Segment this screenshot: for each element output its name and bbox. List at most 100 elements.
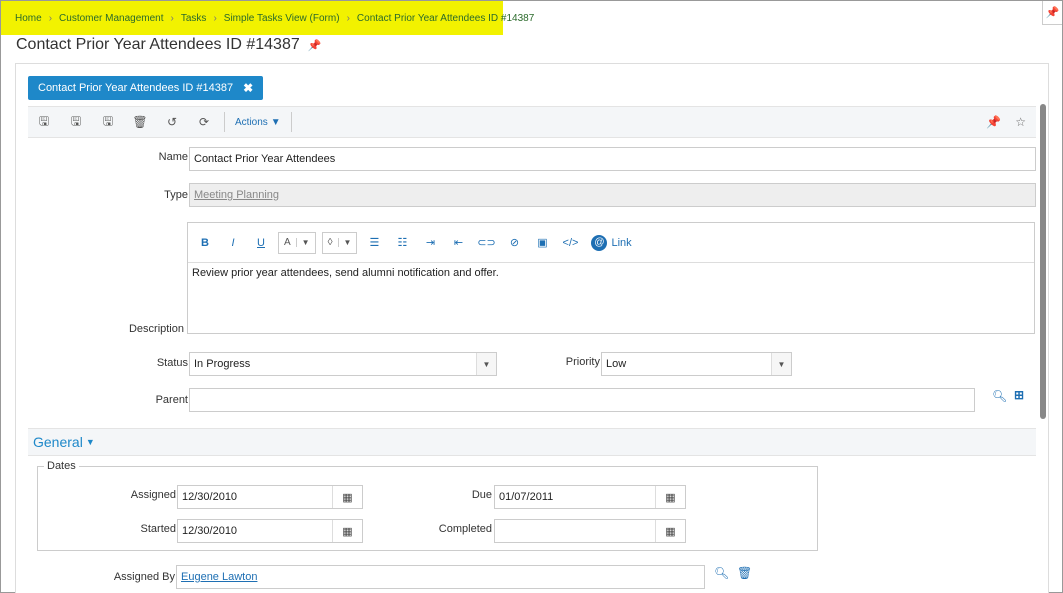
toolbar: 🖫 🖫 🖫 🗑 ↺ ⟳ Actions ▼ 📌 ☆ (28, 106, 1036, 138)
parent-input[interactable] (189, 388, 975, 412)
assigned-value: 12/30/2010 (182, 491, 238, 503)
assigned-by-value[interactable]: Eugene Lawton (181, 571, 257, 583)
caret-down-icon: ▼ (337, 238, 357, 247)
editor-toolbar: B I U A ▼ ◊ ▼ ☰ ☷ ⇥ ⇤ ⊂⊃ ⊘ ▣ </> @ Link (188, 223, 1034, 263)
due-value: 01/07/2011 (499, 491, 554, 503)
chevron-right-icon: › (346, 12, 350, 24)
started-value: 12/30/2010 (182, 525, 238, 537)
caret-down-icon: ▼ (476, 353, 496, 375)
background-color-dropdown[interactable]: ◊ ▼ (321, 231, 358, 254)
started-date-input[interactable]: 12/30/2010 ▦ (177, 519, 363, 543)
calendar-icon[interactable]: ▦ (332, 520, 362, 542)
completed-date-input[interactable]: ▦ (494, 519, 686, 543)
save-and-new-icon[interactable]: 🖫 (60, 107, 92, 137)
pin-panel-icon[interactable]: 📌 (1042, 1, 1062, 25)
pin-icon[interactable]: 📌 (308, 39, 322, 52)
description-label: Description (128, 323, 184, 335)
search-icon[interactable]: 🔍︎ (714, 566, 729, 580)
status-value: In Progress (194, 358, 251, 370)
dates-legend: Dates (44, 460, 79, 472)
unlink-icon[interactable]: ⊘ (501, 232, 527, 254)
type-label: Type (164, 189, 188, 201)
assigned-label: Assigned (130, 489, 176, 501)
search-icon[interactable]: 🔍︎ (992, 389, 1007, 403)
close-icon[interactable]: ✖ (243, 81, 253, 95)
page-title: Contact Prior Year Attendees ID #14387 📌 (16, 36, 321, 54)
started-label: Started (140, 523, 176, 535)
assigned-date-input[interactable]: 12/30/2010 ▦ (177, 485, 363, 509)
chevron-right-icon: › (48, 12, 53, 24)
bullet-list-icon[interactable]: ☰ (361, 232, 387, 254)
calendar-icon[interactable]: ▦ (332, 486, 362, 508)
refresh-icon[interactable]: ⟳ (188, 107, 220, 137)
chevron-right-icon: › (213, 12, 217, 24)
general-title: General (33, 434, 83, 450)
font-color-dropdown[interactable]: A ▼ (278, 231, 316, 254)
page-title-text: Contact Prior Year Attendees ID #14387 (16, 36, 300, 53)
caret-down-icon: ▼ (270, 116, 281, 128)
name-value: Contact Prior Year Attendees (194, 153, 336, 165)
type-value: Meeting Planning (194, 189, 280, 201)
mention-link-label: Link (611, 236, 632, 249)
caret-down-icon: ▼ (295, 238, 315, 247)
calendar-icon[interactable]: ▦ (655, 486, 685, 508)
bold-icon[interactable]: B (192, 232, 218, 254)
fill-color-icon: ◊ (327, 237, 333, 248)
caret-down-icon: ▼ (85, 437, 95, 447)
general-section-header[interactable]: General ▼ (28, 428, 1036, 456)
toolbar-divider (224, 112, 225, 132)
breadcrumb-current: Contact Prior Year Attendees ID #14387 (356, 12, 535, 24)
priority-label: Priority (565, 356, 600, 368)
assigned-by-label: Assigned By (113, 571, 175, 583)
due-date-input[interactable]: 01/07/2011 ▦ (494, 485, 686, 509)
due-label: Due (471, 489, 492, 501)
completed-label: Completed (438, 523, 492, 535)
pin-icon[interactable]: 📌 (986, 115, 1001, 129)
breadcrumb-tasks[interactable]: Tasks (181, 13, 207, 24)
toolbar-divider (290, 112, 292, 132)
numbered-list-icon[interactable]: ☷ (389, 232, 415, 254)
insert-image-icon[interactable]: ▣ (529, 232, 555, 254)
delete-icon[interactable]: 🗑 (124, 107, 156, 137)
assigned-by-input[interactable]: Eugene Lawton (176, 565, 705, 589)
type-field: Meeting Planning (189, 183, 1036, 207)
star-icon[interactable]: ☆ (1015, 115, 1026, 129)
status-select[interactable]: In Progress ▼ (189, 352, 497, 376)
form-panel: Contact Prior Year Attendees ID #14387 ✖… (15, 63, 1049, 593)
code-view-icon[interactable]: </> (557, 232, 583, 254)
name-input[interactable]: Contact Prior Year Attendees (189, 147, 1036, 171)
status-label: Status (156, 357, 188, 369)
priority-select[interactable]: Low ▼ (601, 352, 792, 376)
tab-record[interactable]: Contact Prior Year Attendees ID #14387 ✖ (28, 76, 264, 100)
description-text[interactable]: Review prior year attendees, send alumni… (188, 263, 1034, 283)
tab-record-label: Contact Prior Year Attendees ID #14387 (38, 82, 234, 94)
chevron-right-icon: › (170, 12, 174, 24)
delete-icon[interactable]: 🗑 (737, 566, 752, 580)
font-color-icon: A (284, 237, 291, 248)
calendar-icon[interactable]: ▦ (655, 520, 685, 542)
breadcrumb-simple-tasks-view[interactable]: Simple Tasks View (Form) (224, 13, 340, 24)
actions-label: Actions (235, 116, 268, 128)
indent-icon[interactable]: ⇥ (417, 232, 443, 254)
actions-menu[interactable]: Actions ▼ (229, 117, 287, 128)
caret-down-icon: ▼ (771, 353, 791, 375)
save-icon[interactable]: 🖫 (28, 107, 60, 137)
outdent-icon[interactable]: ⇤ (445, 232, 471, 254)
undo-icon[interactable]: ↺ (156, 107, 188, 137)
parent-label: Parent (155, 394, 188, 406)
description-editor[interactable]: B I U A ▼ ◊ ▼ ☰ ☷ ⇥ ⇤ ⊂⊃ ⊘ ▣ </> @ Link … (187, 222, 1035, 334)
breadcrumb: Home › Customer Management › Tasks › Sim… (1, 1, 534, 35)
priority-value: Low (606, 358, 627, 370)
add-icon[interactable]: ⊞ (1014, 388, 1024, 402)
at-icon: @ (591, 234, 608, 251)
save-and-close-icon[interactable]: 🖫 (92, 107, 124, 137)
scrollbar[interactable] (1040, 104, 1046, 419)
breadcrumb-home[interactable]: Home (15, 13, 42, 24)
mention-link-button[interactable]: @ Link (591, 234, 632, 251)
name-label: Name (158, 151, 188, 163)
insert-link-icon[interactable]: ⊂⊃ (473, 232, 499, 254)
breadcrumb-customer-management[interactable]: Customer Management (59, 13, 164, 24)
italic-icon[interactable]: I (220, 232, 246, 254)
dates-fieldset: Dates Assigned 12/30/2010 ▦ Due 01/07/20… (37, 460, 818, 551)
underline-icon[interactable]: U (248, 232, 274, 254)
